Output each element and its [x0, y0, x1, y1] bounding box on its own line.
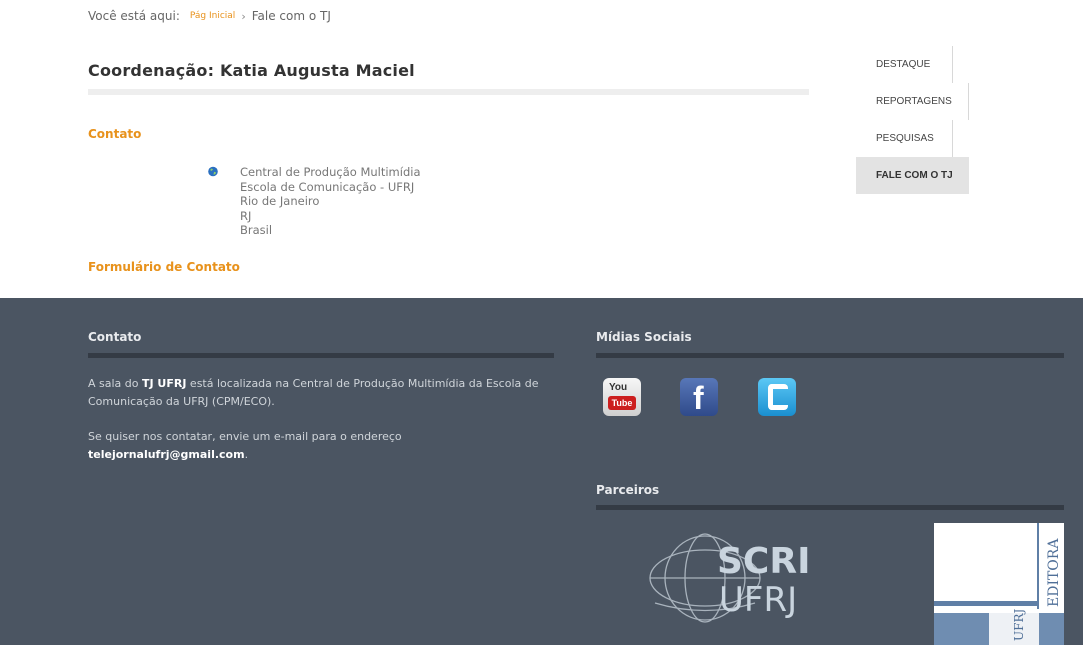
- address-line: Rio de Janeiro: [240, 194, 320, 208]
- address-line: RJ: [240, 208, 252, 223]
- address-line: Brasil: [240, 223, 273, 237]
- social-media-divider: [596, 353, 1064, 358]
- footer-email-link[interactable]: telejornalufrj@gmail.com: [88, 448, 245, 461]
- twitter-icon[interactable]: [758, 378, 796, 416]
- tab-pesquisas[interactable]: PESQUISAS: [856, 120, 953, 157]
- editora-ufrj-logo[interactable]: EDITORA UFRJ: [934, 523, 1064, 645]
- footer-location-text: A sala do TJ UFRJ está localizada na Cen…: [88, 375, 558, 411]
- scri-ufrj-logo[interactable]: SCRI UFRJ: [645, 523, 815, 643]
- editora-ufrj-text: UFRJ: [1012, 609, 1026, 641]
- page-title: Coordenação: Katia Augusta Maciel: [88, 61, 415, 80]
- youtube-icon-text: Tube: [608, 396, 636, 410]
- tab-destaque[interactable]: DESTAQUE: [856, 46, 953, 83]
- footer-text-part: .: [244, 448, 249, 461]
- address-line: Central de Produção Multimídia: [240, 165, 421, 179]
- breadcrumb: Você está aqui: Pág Inicial › Fale com o…: [88, 7, 331, 25]
- tab-reportagens[interactable]: REPORTAGENS: [856, 83, 969, 120]
- footer-contact-divider: [88, 353, 554, 358]
- social-media-heading: Mídias Sociais: [596, 330, 692, 344]
- footer-brand-name: TJ UFRJ: [142, 377, 187, 390]
- partners-divider: [596, 505, 1064, 510]
- breadcrumb-home-link[interactable]: Pág Inicial: [190, 11, 235, 21]
- address-block: Central de Produção Multimídia Escola de…: [240, 165, 421, 238]
- globe-icon: [208, 166, 218, 177]
- title-divider: [88, 89, 809, 95]
- scri-logo-subtext: UFRJ: [719, 580, 797, 620]
- editora-logo-graphic: EDITORA UFRJ: [934, 523, 1064, 645]
- youtube-icon[interactable]: You Tube: [603, 378, 641, 416]
- scri-logo-text: SCRI: [717, 541, 810, 582]
- footer-text-part: Se quiser nos contatar, envie um e-mail …: [88, 430, 402, 443]
- facebook-icon[interactable]: f: [680, 378, 718, 416]
- address-line: Escola de Comunicação - UFRJ: [240, 179, 415, 194]
- contact-heading: Contato: [88, 127, 142, 141]
- facebook-icon-glyph: f: [693, 380, 704, 416]
- footer: Contato A sala do TJ UFRJ está localizad…: [0, 298, 1083, 645]
- partners-heading: Parceiros: [596, 483, 660, 497]
- chevron-right-icon: ›: [241, 9, 246, 23]
- footer-text-part: A sala do: [88, 377, 142, 390]
- editora-logo-text: EDITORA: [1046, 538, 1062, 607]
- twitter-icon-glyph: [768, 384, 788, 410]
- footer-contact-heading: Contato: [88, 330, 142, 344]
- breadcrumb-current: Fale com o TJ: [251, 9, 331, 23]
- youtube-icon-text: You: [609, 382, 628, 393]
- breadcrumb-prefix: Você está aqui:: [88, 9, 180, 23]
- footer-email-text: Se quiser nos contatar, envie um e-mail …: [88, 428, 558, 464]
- contact-form-link[interactable]: Formulário de Contato: [88, 260, 240, 274]
- tab-fale-com-o-tj[interactable]: FALE COM O TJ: [856, 157, 969, 194]
